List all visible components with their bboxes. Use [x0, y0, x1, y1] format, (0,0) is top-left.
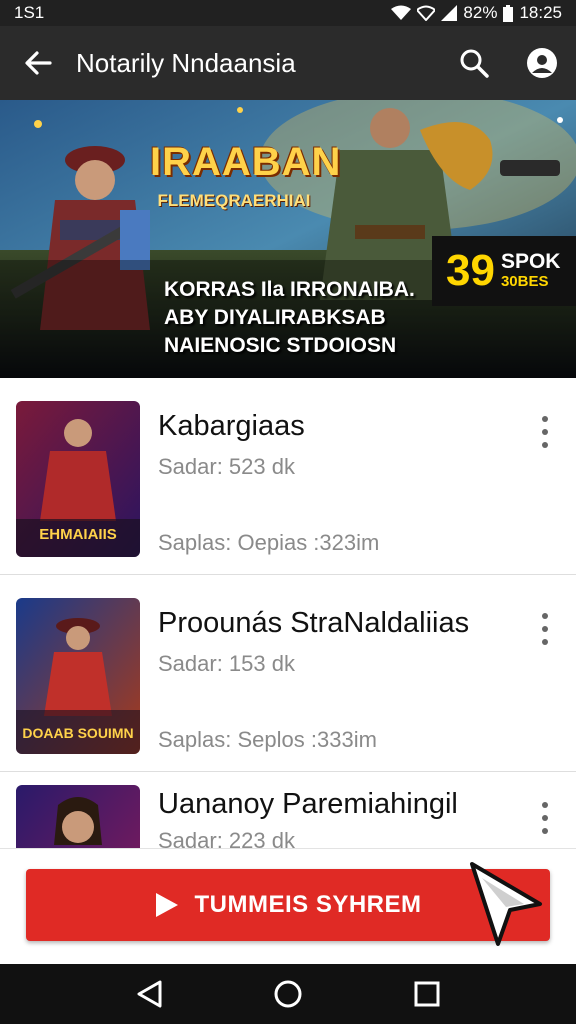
- cursor-icon: [470, 862, 542, 946]
- item-meta: Saplas: Oepias :323im: [158, 530, 380, 555]
- nav-back-icon: [137, 980, 162, 1008]
- status-indicators: 82% 18:25: [391, 3, 562, 23]
- nav-back-button[interactable]: [119, 964, 179, 1024]
- thumbnail-art: EHMAIAIIS: [16, 401, 140, 557]
- thumbnail-art: DOAAB SOUIMN: [16, 598, 140, 754]
- nav-recents-button[interactable]: [397, 964, 457, 1024]
- item-title: Kabargiaas: [158, 410, 305, 442]
- item-title: Uananoy Paremiahingil: [158, 788, 458, 820]
- thumbnail-caption: DOAAB SOUIMN: [22, 725, 133, 741]
- item-subtitle: Sadar: 523 dk: [158, 454, 295, 479]
- game-list: EHMAIAIIS Kabargiaas Sadar: 523 dk Sapla…: [0, 378, 576, 852]
- nav-home-icon: [274, 980, 302, 1008]
- banner-text: KORRAS Ila IRRONAIBA. ABY DIYALIRABKSAB …: [164, 276, 415, 360]
- banner-subtitle: FLEMEQRAERHIAI: [157, 191, 311, 210]
- status-time: 18:25: [519, 3, 562, 22]
- profile-button[interactable]: [508, 26, 576, 100]
- status-bar: 1S1 82% 18:25: [0, 0, 576, 26]
- page-title: Notarily Nndaansia: [76, 47, 296, 78]
- more-vert-icon[interactable]: [534, 412, 556, 452]
- banner-line: KORRAS Ila IRRONAIBA.: [164, 278, 415, 301]
- search-icon: [460, 49, 489, 78]
- item-thumbnail: EHMAIAIIS: [16, 401, 140, 557]
- play-icon: [156, 893, 179, 917]
- banner-line: ABY DIYALIRABKSAB: [164, 306, 386, 329]
- app-screen: 1S1 82% 18:25 Notarily Nndaansia IRAABAN…: [0, 0, 576, 1024]
- status-left-text: 1S1: [14, 3, 45, 22]
- nav-home-button[interactable]: [258, 964, 318, 1024]
- banner-title: IRAABAN: [150, 140, 342, 184]
- search-button[interactable]: [440, 26, 508, 100]
- thumbnail-art: [16, 785, 140, 852]
- item-title: Proounás StraNaldaliias: [158, 607, 470, 639]
- item-thumbnail: [16, 785, 140, 852]
- play-button-label: TUMMEIS SYHREM: [194, 891, 422, 918]
- promo-banner[interactable]: IRAABAN FLEMEQRAERHIAI KORRAS Ila IRRONA…: [0, 100, 576, 378]
- app-bar: Notarily Nndaansia: [0, 26, 576, 100]
- battery-percent: 82%: [463, 3, 498, 22]
- list-item[interactable]: EHMAIAIIS Kabargiaas Sadar: 523 dk Sapla…: [0, 378, 576, 575]
- promo-text: SPOK 30BES: [501, 251, 561, 291]
- thumbnail-caption: EHMAIAIIS: [39, 526, 117, 543]
- signal-icon: [441, 5, 458, 21]
- banner-logo: IRAABAN FLEMEQRAERHIAI: [150, 140, 342, 212]
- more-vert-icon[interactable]: [534, 609, 556, 649]
- back-arrow-icon: [25, 51, 52, 75]
- nav-recents-icon: [414, 981, 440, 1007]
- wifi-icon: [391, 5, 412, 20]
- system-nav-bar: [0, 964, 576, 1024]
- list-item[interactable]: DOAAB SOUIMN Proounás StraNaldaliias Sad…: [0, 575, 576, 772]
- banner-line: NAIENOSIC STDOIOSN: [164, 334, 397, 357]
- more-vert-icon[interactable]: [534, 798, 556, 838]
- promo-number: 39: [446, 246, 495, 295]
- promo-bottom-text: 30BES: [500, 273, 549, 290]
- item-thumbnail: DOAAB SOUIMN: [16, 598, 140, 754]
- wifi-alt-icon: [417, 5, 436, 21]
- list-item[interactable]: Uananoy Paremiahingil Sadar: 223 dk: [0, 772, 576, 852]
- item-meta: Saplas: Seplos :333im: [158, 727, 377, 752]
- profile-icon: [527, 48, 557, 78]
- battery-icon: [503, 4, 514, 22]
- item-subtitle: Sadar: 153 dk: [158, 651, 295, 676]
- promo-top-text: SPOK: [500, 250, 561, 273]
- promo-badge: 39 SPOK 30BES: [432, 236, 576, 306]
- back-button[interactable]: [0, 26, 76, 100]
